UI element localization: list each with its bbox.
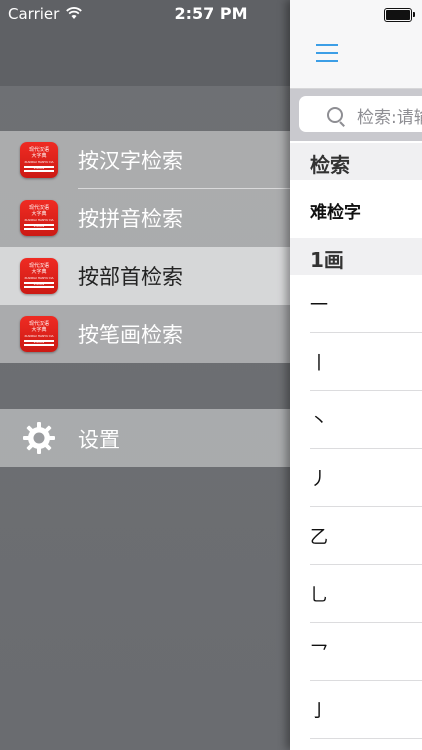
hamburger-menu-icon[interactable]: [316, 44, 338, 62]
battery-icon: [384, 8, 415, 22]
menu-item-label: 按拼音检索: [78, 207, 183, 231]
list-item-label: 亅: [310, 701, 328, 722]
dictionary-book-icon: 现代汉语 大字典 XIANDAI HANYU DA ZIDIAN: [20, 200, 58, 236]
list-item[interactable]: 乚: [290, 565, 422, 623]
section-title: 检索: [310, 153, 350, 177]
list-item-label: 乙: [310, 527, 328, 548]
search-icon: [327, 107, 343, 123]
menu-item-radical-search[interactable]: 现代汉语 大字典 XIANDAI HANYU DA ZIDIAN 按部首检索: [0, 247, 290, 305]
dictionary-book-icon: 现代汉语 大字典 XIANDAI HANYU DA ZIDIAN: [20, 142, 58, 178]
menu-item-label: 按汉字检索: [78, 149, 183, 173]
side-drawer: 现代汉语 大字典 XIANDAI HANYU DA ZIDIAN 按汉字检索 现…: [0, 0, 290, 750]
list-item-label: 乛: [310, 643, 328, 664]
section-header: 1画: [290, 238, 422, 275]
list-item-label: 难检字: [310, 203, 361, 223]
settings-label: 设置: [78, 428, 120, 452]
search-input[interactable]: 检索:请输入: [299, 96, 422, 132]
list-item[interactable]: 丿: [290, 449, 422, 507]
list-item[interactable]: 亅: [290, 681, 422, 739]
list-item-label: 乚: [310, 585, 328, 606]
section-header: 检索: [290, 143, 422, 180]
list-item-label: 丨: [310, 353, 328, 374]
list-item[interactable]: 难检字: [290, 180, 422, 238]
menu-item-settings[interactable]: 设置: [0, 409, 290, 467]
search-bar: 检索:请输入: [290, 89, 422, 141]
section-title: 1画: [310, 248, 344, 272]
menu-item-stroke-search[interactable]: 现代汉语 大字典 XIANDAI HANYU DA ZIDIAN 按笔画检索: [0, 305, 290, 363]
menu-item-hanzi-search[interactable]: 现代汉语 大字典 XIANDAI HANYU DA ZIDIAN 按汉字检索: [0, 131, 290, 189]
main-panel: 检索:请输入 检索 难检字 1画 一 丨 丶 丿 乙 乚 乛 亅: [290, 0, 422, 750]
list-item[interactable]: 丨: [290, 333, 422, 391]
search-placeholder: 检索:请输入: [357, 108, 422, 128]
list-item-label: 丿: [310, 469, 328, 490]
list-item-label: 丶: [310, 411, 328, 432]
list-item[interactable]: 乙: [290, 507, 422, 565]
status-bar: Carrier 2:57 PM: [0, 0, 422, 30]
menu-item-label: 按笔画检索: [78, 323, 183, 347]
drawer-menu: 现代汉语 大字典 XIANDAI HANYU DA ZIDIAN 按汉字检索 现…: [0, 131, 290, 363]
list-item[interactable]: 丶: [290, 391, 422, 449]
gear-icon: [23, 422, 55, 454]
dictionary-book-icon: 现代汉语 大字典 XIANDAI HANYU DA ZIDIAN: [20, 316, 58, 352]
list-item[interactable]: 乛: [290, 623, 422, 681]
clock: 2:57 PM: [174, 4, 248, 23]
dictionary-book-icon: 现代汉语 大字典 XIANDAI HANYU DA ZIDIAN: [20, 258, 58, 294]
list-item[interactable]: 一: [290, 275, 422, 333]
list-item-label: 一: [310, 295, 328, 316]
menu-item-pinyin-search[interactable]: 现代汉语 大字典 XIANDAI HANYU DA ZIDIAN 按拼音检索: [0, 189, 290, 247]
menu-item-label: 按部首检索: [78, 265, 183, 289]
